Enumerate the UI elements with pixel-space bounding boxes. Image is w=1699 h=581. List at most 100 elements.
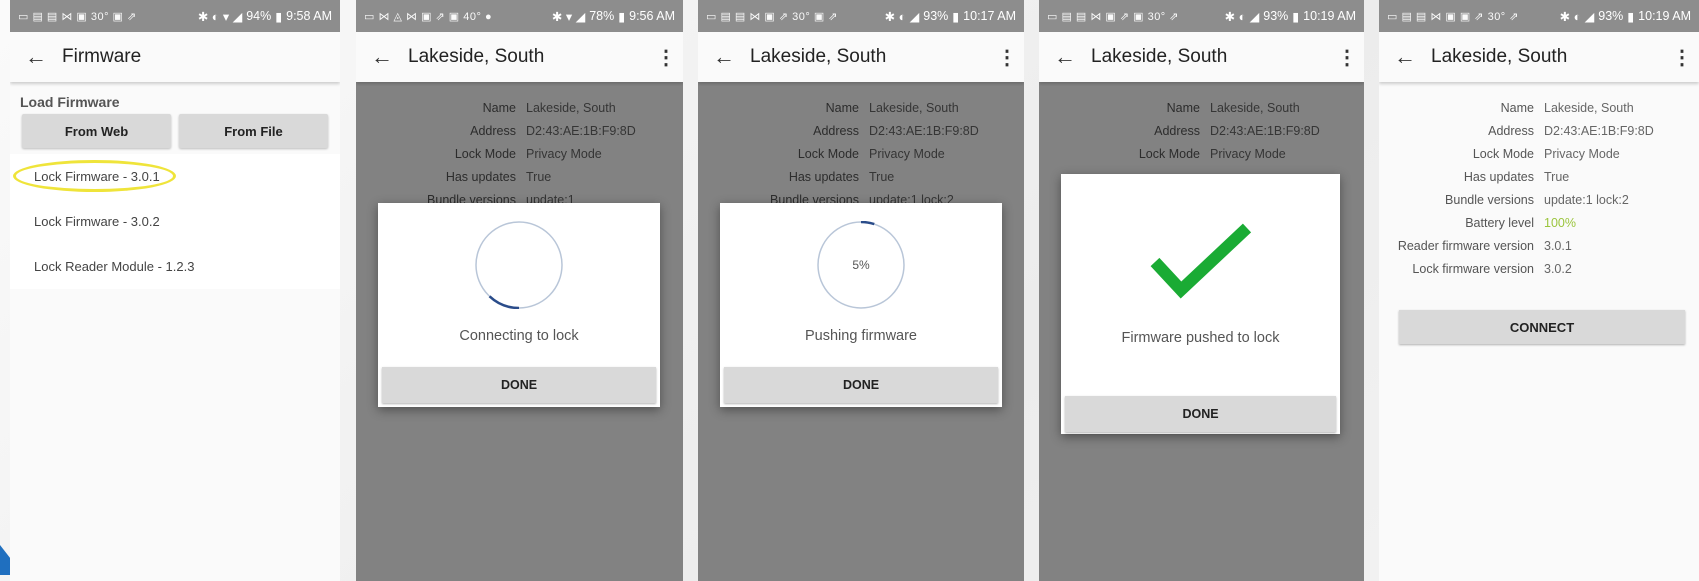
- progress-dialog: Connecting to lock DONE: [378, 203, 660, 407]
- signal-icon: ✱ ◐ ▾ ◢: [197, 9, 243, 24]
- detail-value: D2:43:AE:1B:F9:8D: [1544, 123, 1654, 138]
- detail-label: Address: [1488, 123, 1534, 138]
- details-list: Name Lakeside, South Address D2:43:AE:1B:F…: [1379, 82, 1699, 280]
- done-button[interactable]: DONE: [382, 367, 656, 403]
- from-web-button[interactable]: From Web: [22, 114, 171, 148]
- overflow-menu-icon[interactable]: ⋮: [990, 45, 1024, 70]
- battery-percent: 93%: [923, 9, 949, 23]
- page-title: Lakeside, South: [750, 46, 887, 67]
- detail-row: Lock firmware version 3.0.2: [1379, 257, 1699, 280]
- detail-value: 3.0.2: [1544, 261, 1572, 276]
- status-bar: ▭ ▤ ▤ ⋈ ▣ 30° ▣ ⇗ ✱ ◐ ▾ ◢ 94% ▮ 9:58 AM: [10, 0, 340, 32]
- battery-percent: 94%: [246, 9, 272, 23]
- battery-icon: ▮: [952, 9, 960, 24]
- phone-screen-pushing: ▭ ▤ ▤ ⋈ ▣ ⇗ 30° ▣ ⇗ ✱ ◐ ◢ 93% ▮ 10:17 AM ← …: [698, 0, 1024, 581]
- page-title: Firmware: [62, 46, 142, 67]
- detail-row: Reader firmware version 3.0.1: [1379, 234, 1699, 257]
- back-arrow-icon[interactable]: ←: [10, 44, 62, 70]
- progress-percent: 5%: [852, 258, 870, 272]
- page-title: Lakeside, South: [1091, 46, 1228, 67]
- signal-icon: ✱ ▾ ◢: [551, 9, 586, 24]
- detail-value: 3.0.1: [1544, 238, 1572, 253]
- checkmark-icon: [1150, 223, 1252, 299]
- detail-value: Lakeside, South: [1544, 100, 1634, 115]
- back-arrow-icon[interactable]: ←: [698, 44, 750, 70]
- detail-row: Bundle versions update:1 lock:2: [1379, 188, 1699, 211]
- progress-spinner: [475, 221, 563, 309]
- status-bar: ▭ ▤ ▤ ⋈ ▣ ⇗ ▣ 30° ⇗ ✱ ◐ ◢ 93% ▮ 10:19 AM: [1039, 0, 1364, 32]
- clock: 10:19 AM: [1638, 9, 1691, 23]
- notification-icons: ▭ ⋈ ◬ ⋈ ▣ ⇗ ▣ 40° ●: [364, 10, 493, 23]
- detail-row: Has updates True: [1379, 165, 1699, 188]
- clock: 10:19 AM: [1303, 9, 1356, 23]
- notification-icons: ▭ ▤ ▤ ⋈ ▣ ⇗ 30° ▣ ⇗: [706, 10, 838, 23]
- page-title: Lakeside, South: [408, 46, 545, 67]
- detail-row: Lock Mode Privacy Mode: [1379, 142, 1699, 165]
- phone-screen-connecting: ▭ ⋈ ◬ ⋈ ▣ ⇗ ▣ 40° ● ✱ ▾ ◢ 78% ▮ 9:56 AM ← L…: [356, 0, 683, 581]
- phone-screen-success: ▭ ▤ ▤ ⋈ ▣ ⇗ ▣ 30° ⇗ ✱ ◐ ◢ 93% ▮ 10:19 AM ← …: [1039, 0, 1364, 581]
- notification-icons: ▭ ▤ ▤ ⋈ ▣ ▣ ⇗ 30° ⇗: [1387, 10, 1519, 23]
- signal-icon: ✱ ◐ ◢: [884, 9, 920, 24]
- battery-icon: ▮: [1292, 9, 1300, 24]
- detail-row: Address D2:43:AE:1B:F9:8D: [1379, 119, 1699, 142]
- overflow-menu-icon[interactable]: ⋮: [649, 45, 683, 70]
- battery-icon: ▮: [275, 9, 283, 24]
- detail-row: Name Lakeside, South: [1379, 96, 1699, 119]
- detail-value: True: [1544, 169, 1570, 184]
- detail-label: Battery level: [1465, 215, 1534, 230]
- firmware-item[interactable]: Lock Firmware - 3.0.2: [10, 199, 340, 244]
- detail-label: Lock firmware version: [1412, 261, 1534, 276]
- signal-icon: ✱ ◐ ◢: [1224, 9, 1260, 24]
- page-title: Lakeside, South: [1431, 46, 1568, 67]
- overflow-menu-icon[interactable]: ⋮: [1665, 45, 1699, 70]
- app-bar: ← Lakeside, South ⋮: [1039, 32, 1364, 82]
- battery-icon: ▮: [1627, 9, 1635, 24]
- highlight-ring: [13, 160, 176, 192]
- clock: 9:58 AM: [286, 9, 332, 23]
- app-bar: ← Lakeside, South ⋮: [698, 32, 1024, 82]
- firmware-item[interactable]: Lock Firmware - 3.0.1: [10, 154, 340, 199]
- battery-percent: 93%: [1598, 9, 1624, 23]
- detail-label: Reader firmware version: [1397, 238, 1534, 253]
- connect-button[interactable]: CONNECT: [1399, 310, 1685, 344]
- done-button[interactable]: DONE: [1065, 396, 1336, 432]
- firmware-list: Lock Firmware - 3.0.1 Lock Firmware - 3.…: [10, 154, 340, 289]
- back-arrow-icon[interactable]: ←: [1379, 44, 1431, 70]
- detail-label: Has updates: [1463, 169, 1534, 184]
- section-title: Load Firmware: [20, 94, 120, 110]
- dialog-message: Pushing firmware: [804, 328, 917, 344]
- detail-value: Privacy Mode: [1544, 146, 1620, 161]
- battery-percent: 78%: [589, 9, 615, 23]
- overflow-menu-icon[interactable]: ⋮: [1330, 45, 1364, 70]
- detail-label: Name: [1500, 100, 1534, 115]
- back-arrow-icon[interactable]: ←: [1039, 44, 1091, 70]
- phone-screen-firmware: ▭ ▤ ▤ ⋈ ▣ 30° ▣ ⇗ ✱ ◐ ▾ ◢ 94% ▮ 9:58 AM ← F…: [10, 0, 340, 581]
- battery-percent: 93%: [1263, 9, 1289, 23]
- detail-label: Bundle versions: [1445, 192, 1534, 207]
- status-bar: ▭ ⋈ ◬ ⋈ ▣ ⇗ ▣ 40° ● ✱ ▾ ◢ 78% ▮ 9:56 AM: [356, 0, 683, 32]
- signal-icon: ✱ ◐ ◢: [1559, 9, 1595, 24]
- app-bar: ← Firmware: [10, 32, 340, 82]
- clock: 9:56 AM: [629, 9, 675, 23]
- progress-spinner: 5%: [817, 221, 905, 309]
- app-bar: ← Lakeside, South ⋮: [1379, 32, 1699, 82]
- success-dialog: Firmware pushed to lock DONE: [1061, 174, 1340, 434]
- back-arrow-icon[interactable]: ←: [356, 44, 408, 70]
- firmware-item[interactable]: Lock Reader Module - 1.2.3: [10, 244, 340, 289]
- from-file-button[interactable]: From File: [179, 114, 328, 148]
- clock: 10:17 AM: [963, 9, 1016, 23]
- status-bar: ▭ ▤ ▤ ⋈ ▣ ▣ ⇗ 30° ⇗ ✱ ◐ ◢ 93% ▮ 10:19 AM: [1379, 0, 1699, 32]
- phone-screen-lock-details: ▭ ▤ ▤ ⋈ ▣ ▣ ⇗ 30° ⇗ ✱ ◐ ◢ 93% ▮ 10:19 AM ← …: [1379, 0, 1699, 581]
- detail-value: update:1 lock:2: [1544, 192, 1629, 207]
- firmware-item-label: Lock Firmware - 3.0.2: [34, 214, 160, 229]
- app-bar: ← Lakeside, South ⋮: [356, 32, 683, 82]
- detail-row: Battery level 100%: [1379, 211, 1699, 234]
- status-bar: ▭ ▤ ▤ ⋈ ▣ ⇗ 30° ▣ ⇗ ✱ ◐ ◢ 93% ▮ 10:17 AM: [698, 0, 1024, 32]
- dialog-message: Firmware pushed to lock: [1121, 330, 1280, 346]
- notification-icons: ▭ ▤ ▤ ⋈ ▣ ⇗ ▣ 30° ⇗: [1047, 10, 1179, 23]
- done-button[interactable]: DONE: [724, 367, 998, 403]
- firmware-item-label: Lock Reader Module - 1.2.3: [34, 259, 195, 274]
- progress-dialog: 5% Pushing firmware DONE: [720, 203, 1002, 407]
- battery-icon: ▮: [618, 9, 626, 24]
- dialog-message: Connecting to lock: [459, 328, 579, 344]
